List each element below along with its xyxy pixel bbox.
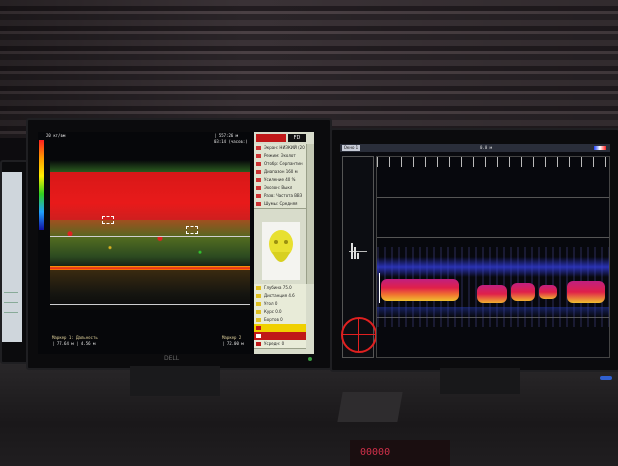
monitor-stand-right: [440, 368, 520, 394]
readout-list: Глубина 75.0 Дистанция 4.6 Угол 0 Курс 0…: [254, 284, 314, 349]
indicator-light: [600, 376, 612, 380]
gridline: [377, 197, 609, 198]
side-tab-strip[interactable]: [306, 144, 314, 284]
marker-1[interactable]: [102, 216, 114, 224]
readout-item: Усредн: 0: [254, 340, 306, 349]
left-monitor: 20 кг/вм | 557:26 м 03:14 (часов:) Марке…: [26, 118, 332, 370]
fish-school: [511, 283, 535, 301]
fish-school: [539, 285, 557, 299]
fish-head-icon: [269, 230, 293, 262]
desk-object: [337, 392, 403, 422]
right-monitor: Окно 1 0.0 м: [330, 128, 618, 372]
sonar-scan-panel: [376, 156, 610, 358]
side-profile-panel: [341, 156, 377, 358]
color-scale-bar: [39, 140, 44, 230]
marker-1-label: Маркер 1: Дальность: [52, 335, 98, 340]
title-bar: [340, 144, 610, 152]
range-label: 0.0 м: [480, 145, 493, 150]
mini-color-bar: [594, 146, 606, 150]
echo-tail: [377, 307, 609, 317]
marker-1-values: | 77.64 м | 4.56 м: [52, 341, 96, 346]
cursor-line: [379, 273, 380, 303]
left-edge-screen: [2, 172, 22, 342]
fish-school: [477, 285, 507, 303]
scale-label: 20 кг/вм: [46, 133, 66, 138]
monitor-stand: [130, 366, 220, 396]
target-circle-icon[interactable]: [341, 317, 377, 353]
menu-item[interactable]: Шумы: Средняя: [254, 200, 306, 209]
device-display: 00000: [360, 447, 391, 458]
sonar-echogram: 20 кг/вм | 557:26 м 03:14 (часов:) Марке…: [38, 132, 252, 354]
marker-2-values: | 72.00 м: [222, 341, 244, 346]
header-right-1: | 557:26 м: [214, 133, 239, 138]
fish-school: [567, 281, 605, 303]
depth-gridline: [50, 236, 250, 237]
echo-speckle: [50, 220, 250, 266]
panel-logo: FD: [288, 134, 306, 142]
marker-2-label: Маркер 2: [222, 335, 242, 340]
fish-school: [381, 279, 459, 301]
transducer-view: [262, 222, 300, 280]
echo-band-blue: [377, 257, 609, 277]
right-monitor-screen: Окно 1 0.0 м: [340, 144, 610, 360]
brand-logo: DELL: [164, 355, 180, 362]
left-monitor-screen: 20 кг/вм | 557:26 м 03:14 (часов:) Марке…: [38, 132, 314, 354]
range-ticks: [377, 157, 609, 167]
desk-surface: [0, 360, 618, 466]
power-led[interactable]: [308, 357, 312, 361]
keyboard-device: 00000: [350, 440, 450, 466]
panel-header-red: [256, 134, 286, 142]
depth-gridline: [50, 304, 250, 305]
fish-school-band: [50, 172, 250, 224]
marker-2[interactable]: [186, 226, 198, 234]
menu-list: Экран: НИЗКИЙ (20 м) Режим: Эхолот Отобр…: [254, 144, 314, 214]
control-panel: FD Экран: НИЗКИЙ (20 м) Режим: Эхолот От…: [254, 132, 314, 354]
gridline: [377, 237, 609, 238]
header-right-2: 03:14 (часов:): [214, 139, 248, 144]
window-tab[interactable]: Окно 1: [342, 145, 360, 151]
